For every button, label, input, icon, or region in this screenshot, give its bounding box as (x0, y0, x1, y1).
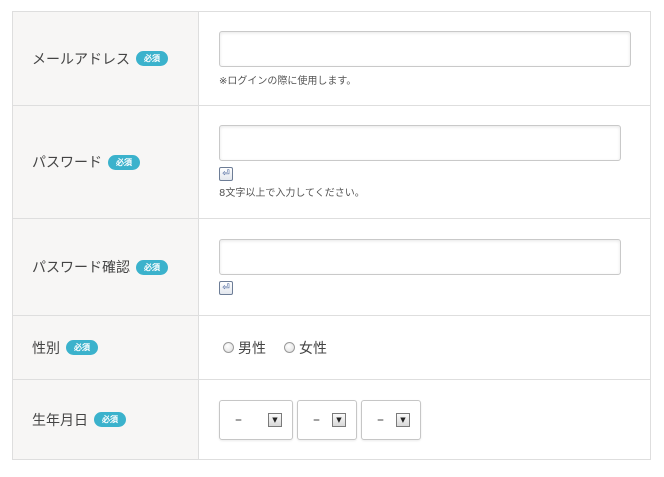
required-badge: 必須 (66, 340, 98, 355)
gender-field-cell: 男性 女性 (198, 315, 651, 380)
password-confirm-label-cell: パスワード確認 必須 (12, 218, 199, 316)
year-select[interactable]: – ▼ (219, 399, 293, 440)
password-confirm-input[interactable] (219, 239, 621, 275)
email-hint: ※ログインの際に使用します。 (219, 75, 357, 87)
gender-option-label: 男性 (238, 340, 266, 357)
chevron-down-icon: ▼ (396, 412, 410, 427)
password-label: パスワード (32, 155, 102, 171)
chevron-down-icon: ▼ (268, 412, 282, 427)
gender-label: 性別 (32, 340, 60, 357)
email-label: メールアドレス (32, 51, 130, 68)
password-field-cell: ⏎ 8文字以上で入力してください。 (198, 105, 651, 219)
email-row: メールアドレス 必須 ※ログインの際に使用します。 (12, 11, 651, 106)
radio-button[interactable] (284, 342, 295, 353)
day-select-value: – (377, 411, 384, 428)
email-field-cell: ※ログインの際に使用します。 (198, 11, 651, 106)
day-select[interactable]: – ▼ (361, 399, 421, 440)
show-password-confirm-icon[interactable]: ⏎ (219, 281, 233, 295)
email-label-cell: メールアドレス 必須 (12, 11, 199, 106)
password-confirm-row: パスワード確認 必須 ⏎ (12, 218, 651, 316)
show-password-icon[interactable]: ⏎ (219, 167, 233, 181)
required-badge: 必須 (136, 51, 168, 66)
registration-form: メールアドレス 必須 ※ログインの際に使用します。 パスワード 必須 ⏎ 8文字以上… (12, 11, 651, 460)
password-row: パスワード 必須 ⏎ 8文字以上で入力してください。 (12, 105, 651, 219)
email-input[interactable] (219, 30, 631, 67)
year-select-value: – (235, 411, 242, 428)
gender-label-cell: 性別 必須 (12, 315, 199, 380)
gender-option-male[interactable]: 男性 (223, 338, 266, 358)
birthdate-row: 生年月日 必須 – ▼ – ▼ – ▼ (12, 379, 651, 460)
birthdate-field-cell: – ▼ – ▼ – ▼ (198, 379, 651, 460)
gender-option-label: 女性 (299, 340, 327, 357)
birthdate-label: 生年月日 (32, 412, 88, 429)
birthdate-selects: – ▼ – ▼ – ▼ (219, 399, 650, 440)
password-hint: 8文字以上で入力してください。 (219, 188, 365, 199)
gender-radio-group: 男性 女性 (219, 338, 650, 358)
password-confirm-label: パスワード確認 (32, 260, 130, 276)
password-label-cell: パスワード 必須 (12, 105, 199, 219)
required-badge: 必須 (136, 259, 168, 275)
month-select-value: – (313, 411, 320, 428)
gender-option-female[interactable]: 女性 (284, 338, 327, 358)
month-select[interactable]: – ▼ (297, 399, 357, 440)
radio-button[interactable] (223, 342, 234, 353)
birthdate-label-cell: 生年月日 必須 (12, 379, 199, 460)
password-confirm-field-cell: ⏎ (198, 218, 651, 316)
password-input[interactable] (219, 125, 621, 161)
chevron-down-icon: ▼ (332, 412, 346, 427)
gender-row: 性別 必須 男性 女性 (12, 315, 651, 380)
required-badge: 必須 (94, 412, 126, 427)
required-badge: 必須 (108, 154, 140, 170)
